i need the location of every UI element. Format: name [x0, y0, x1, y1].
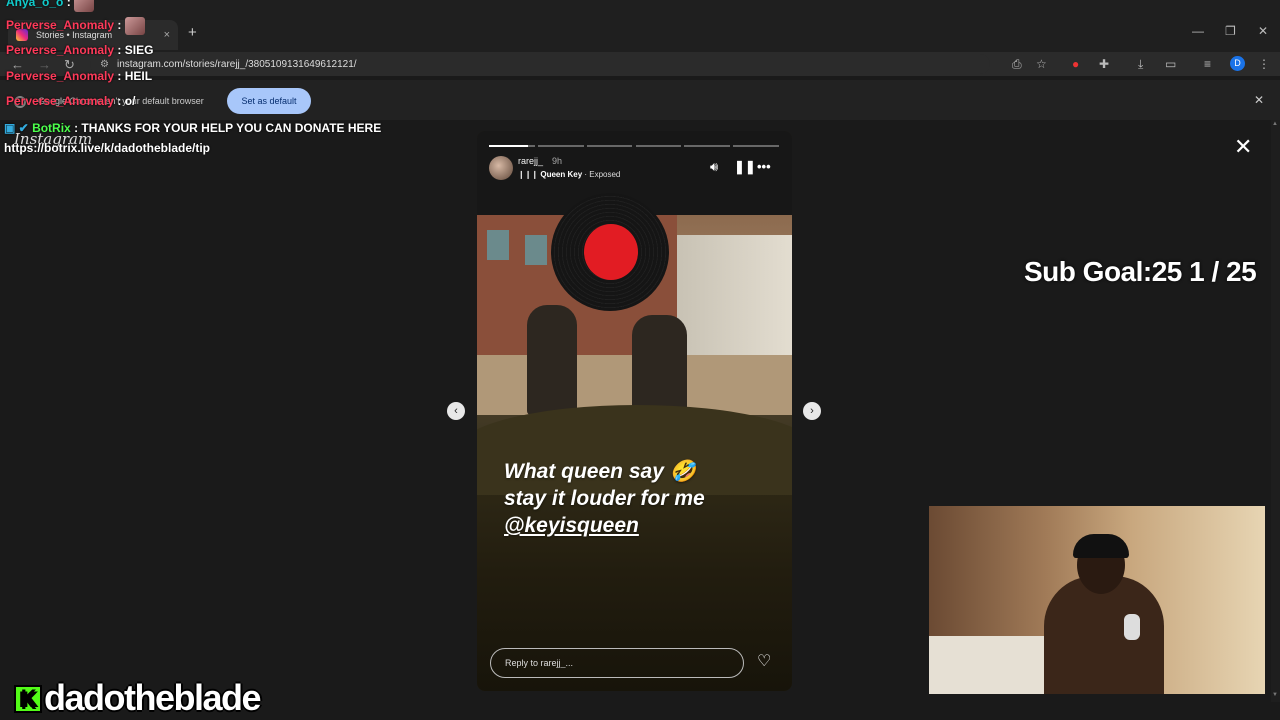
music-artist: · Exposed — [582, 170, 621, 179]
streamer-watermark: Kdadotheblade — [14, 677, 262, 718]
vinyl-label — [584, 224, 638, 280]
previous-story-arrow-icon[interactable]: ‹ — [447, 402, 465, 420]
chat-text: : HEIL — [114, 69, 153, 83]
scroll-up-arrow-icon[interactable]: ▲ — [1272, 121, 1278, 127]
story-progress-segment — [586, 145, 633, 147]
building-window — [487, 230, 509, 260]
chat-text: : o/ — [114, 94, 136, 108]
profile-avatar[interactable]: D — [1230, 56, 1245, 71]
chat-message: ▣ ✔ BotRix : THANKS FOR YOUR HELP YOU CA… — [4, 121, 381, 135]
pause-icon[interactable]: ❚❚ — [734, 159, 756, 175]
story-progress-segment — [733, 145, 779, 147]
chat-message: Perverse_Anomaly : — [6, 17, 145, 35]
building-window — [525, 235, 547, 265]
chat-username: Perverse_Anomaly — [6, 94, 115, 108]
story-close-button[interactable]: ✕ — [1234, 134, 1252, 160]
extensions-icon[interactable]: ✚ — [1099, 57, 1109, 71]
story-music[interactable]: ❙❙❙ Queen Key · Exposed — [518, 170, 620, 179]
page-scrollbar[interactable] — [1271, 120, 1280, 702]
sub-goal: Sub Goal:25 1 / 25 — [1024, 256, 1257, 287]
chat-emote — [124, 17, 145, 35]
user-avatar[interactable] — [489, 156, 513, 180]
reply-input[interactable] — [490, 648, 744, 678]
story-progress-segment — [684, 145, 731, 147]
story-progress-fill — [489, 145, 528, 147]
story-username[interactable]: rarejj_ — [518, 156, 543, 166]
volume-icon[interactable]: 🔊︎ — [710, 159, 718, 175]
kick-logo-icon: K — [14, 685, 42, 713]
install-app-icon[interactable]: ⎙ — [1012, 57, 1022, 72]
chat-username: Perverse_Anomaly — [6, 43, 115, 57]
streamer-name: dadotheblade — [44, 677, 262, 718]
webcam-cap — [1073, 534, 1129, 558]
window-close-icon[interactable]: ✕ — [1258, 24, 1268, 38]
story-progress-segment — [537, 145, 584, 147]
more-options-icon[interactable]: ••• — [757, 159, 771, 174]
chat-message: Perverse_Anomaly : HEIL — [6, 69, 152, 83]
person-figure — [632, 315, 687, 415]
story-time: 9h — [552, 156, 563, 166]
story-progress-segment — [635, 145, 682, 147]
media-control-icon[interactable]: ≡ — [1204, 57, 1211, 71]
chat-message: Perverse_Anomaly : SIEG — [6, 43, 153, 57]
chat-emote — [74, 0, 95, 12]
menu-kebab-icon[interactable]: ⋮ — [1258, 57, 1270, 71]
caption-mention[interactable]: @keyisqueen — [504, 512, 705, 539]
chat-message: Perverse_Anomaly : o/ — [6, 94, 135, 108]
chat-username: Perverse_Anomaly — [6, 18, 115, 33]
infobar-close-icon[interactable]: ✕ — [1254, 93, 1264, 107]
url-text: instagram.com/stories/rarejj_/3805109131… — [116, 58, 357, 70]
site-info-icon[interactable]: ⚙ — [100, 59, 109, 70]
chat-text: : SIEG — [114, 43, 154, 57]
chat-username: Anya_o_o — [6, 0, 64, 10]
chat-text: : — [63, 0, 75, 10]
caption-line: stay it louder for me — [504, 487, 705, 510]
extension-record-icon[interactable]: ● — [1072, 57, 1079, 71]
tab-close-icon[interactable]: × — [164, 29, 170, 41]
music-song: Queen Key — [540, 170, 583, 179]
minimize-icon[interactable]: — — [1192, 24, 1204, 38]
background-tower — [677, 235, 792, 365]
bot-badge-icon: ▣ ✔ — [4, 121, 33, 135]
address-bar[interactable]: ⚙ instagram.com/stories/rarejj_/38051091… — [90, 54, 990, 74]
downloads-icon[interactable]: ⤓ — [1138, 57, 1143, 72]
next-story-arrow-icon[interactable]: › — [803, 402, 821, 420]
webcam-overlay — [929, 506, 1265, 694]
chat-text: : — [114, 18, 125, 33]
microphone-icon — [1124, 614, 1140, 640]
tab-search-icon[interactable]: ▭ — [1165, 57, 1176, 71]
music-bars-icon: ❙❙❙ — [518, 170, 541, 179]
chat-message: Anya_o_o : — [6, 0, 95, 12]
chat-username: BotRix — [32, 121, 71, 135]
chat-username: Perverse_Anomaly — [6, 69, 115, 83]
chat-text: : THANKS FOR YOUR HELP YOU CAN DONATE HE… — [70, 121, 382, 135]
set-as-default-button[interactable]: Set as default — [227, 88, 311, 114]
scroll-down-arrow-icon[interactable]: ▼ — [1272, 692, 1278, 698]
story-caption: What queen say 🤣 stay it louder for me @… — [504, 458, 705, 539]
restore-icon[interactable]: ❐ — [1225, 24, 1236, 38]
person-figure — [527, 305, 577, 415]
donate-link: https://botrix.live/k/dadotheblade/tip — [4, 141, 211, 155]
like-heart-icon[interactable]: ♡ — [757, 651, 771, 671]
bookmark-star-icon[interactable]: ☆ — [1036, 57, 1047, 71]
webcam-bed — [929, 636, 1059, 694]
story-viewer[interactable]: rarejj_ 9h ❙❙❙ Queen Key · Exposed 🔊︎ ❚❚… — [477, 131, 792, 691]
new-tab-button[interactable]: + — [188, 24, 197, 41]
caption-line: What queen say 🤣 — [504, 460, 696, 483]
